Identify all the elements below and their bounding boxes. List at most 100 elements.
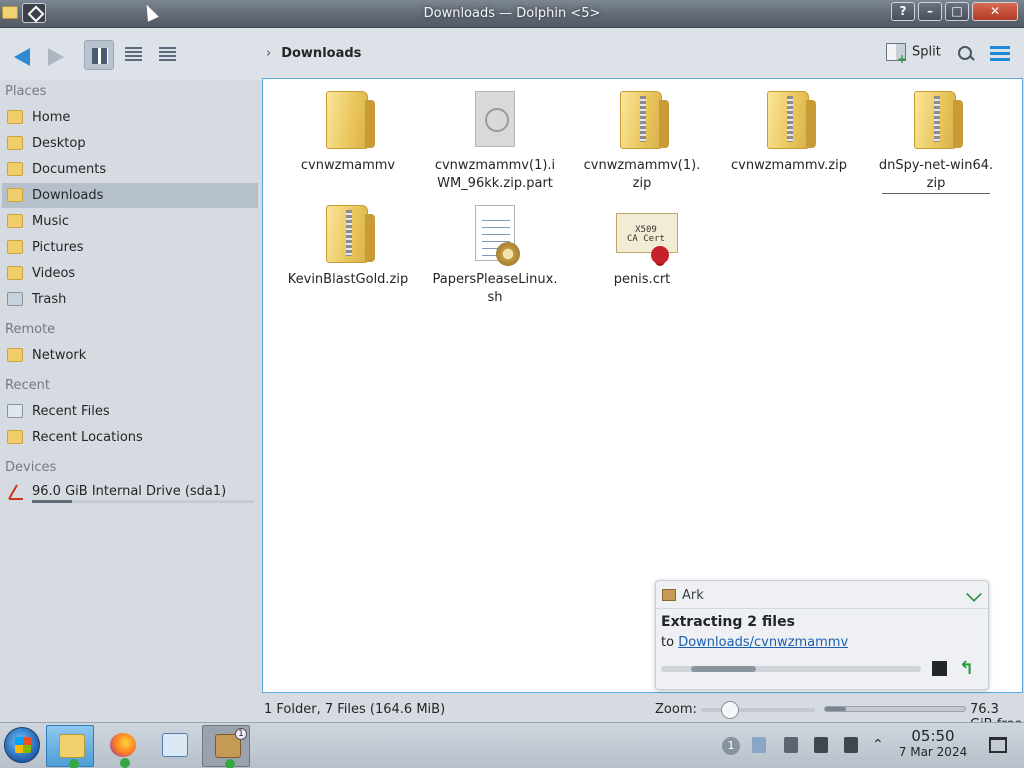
file-item[interactable]: PapersPleaseLinux. sh bbox=[432, 193, 558, 307]
sidebar-item-trash[interactable]: Trash bbox=[2, 287, 258, 312]
certificate-icon-text-2: CA Cert bbox=[627, 234, 665, 244]
sidebar-item-downloads[interactable]: Downloads bbox=[2, 183, 258, 208]
sidebar-item-music[interactable]: Music bbox=[2, 209, 258, 234]
recent-files-icon bbox=[7, 404, 23, 418]
network-icon bbox=[162, 733, 188, 757]
notifications-count-icon[interactable]: 1 bbox=[722, 737, 740, 755]
maximize-button[interactable]: □ bbox=[945, 2, 969, 21]
file-item[interactable]: cvnwzmammv(1).i WM_96kk.zip.part bbox=[432, 79, 558, 193]
search-icon[interactable] bbox=[956, 44, 976, 64]
sidebar-item-label: Videos bbox=[32, 266, 76, 281]
file-name-line-1: cvnwzmammv(1).i bbox=[434, 158, 556, 173]
back-button[interactable] bbox=[10, 40, 40, 68]
stop-job-button[interactable] bbox=[932, 661, 947, 676]
section-remote: Remote bbox=[5, 322, 56, 337]
device-icon[interactable] bbox=[784, 737, 798, 753]
help-button[interactable]: ? bbox=[891, 2, 915, 21]
compact-view-button[interactable] bbox=[118, 40, 148, 70]
task-badge: 1 bbox=[235, 728, 247, 740]
section-recent: Recent bbox=[5, 378, 50, 393]
drive-usage-bar bbox=[32, 500, 254, 503]
zoom-slider-handle[interactable] bbox=[720, 701, 739, 719]
job-progress-bar bbox=[661, 666, 921, 672]
file-item[interactable]: dnSpy-net-win64. zip bbox=[873, 79, 999, 194]
forward-button[interactable] bbox=[44, 40, 74, 68]
details-view-button[interactable] bbox=[152, 40, 182, 70]
clipboard-icon[interactable] bbox=[752, 737, 766, 753]
chevron-down-icon[interactable] bbox=[966, 586, 982, 602]
file-item[interactable]: cvnwzmammv.zip bbox=[726, 79, 852, 175]
music-folder-icon bbox=[7, 214, 23, 228]
places-panel: Places Home Desktop Documents Downloads … bbox=[0, 80, 262, 700]
file-name-line-2: zip bbox=[882, 175, 990, 194]
zip-archive-icon bbox=[763, 89, 816, 151]
ark-job-notification: Ark Extracting 2 files to Downloads/cvnw… bbox=[655, 580, 989, 690]
sidebar-item-label: Documents bbox=[32, 162, 107, 177]
open-destination-icon[interactable]: ↰ bbox=[959, 658, 977, 679]
sidebar-item-videos[interactable]: Videos bbox=[2, 261, 258, 286]
destination-link[interactable]: Downloads/cvnwzmammv bbox=[678, 635, 848, 650]
job-progress-fill bbox=[691, 666, 756, 672]
destination-prefix: to bbox=[661, 635, 675, 650]
videos-folder-icon bbox=[7, 266, 23, 280]
sidebar-item-label: 96.0 GiB Internal Drive (sda1) bbox=[32, 484, 227, 499]
minimize-button[interactable]: – bbox=[918, 2, 942, 21]
sidebar-item-recent-locations[interactable]: Recent Locations bbox=[2, 425, 258, 450]
sidebar-item-recent-files[interactable]: Recent Files bbox=[2, 399, 258, 424]
add-icon bbox=[225, 759, 235, 768]
folder-summary: 1 Folder, 7 Files (164.6 MiB) bbox=[264, 702, 446, 717]
breadcrumb[interactable]: › Downloads bbox=[266, 46, 361, 61]
dolphin-icon bbox=[59, 734, 85, 758]
clock-time: 05:50 bbox=[911, 727, 955, 745]
zip-archive-icon bbox=[322, 203, 375, 265]
chevron-right-icon: › bbox=[266, 46, 272, 61]
chevron-up-icon[interactable]: ⌃ bbox=[872, 737, 886, 755]
file-item[interactable]: KevinBlastGold.zip bbox=[285, 193, 411, 289]
task-dolphin[interactable] bbox=[46, 725, 94, 768]
downloads-folder-icon bbox=[7, 188, 23, 202]
task-network[interactable] bbox=[150, 725, 198, 767]
sidebar-item-label: Downloads bbox=[32, 188, 104, 203]
hamburger-menu-icon[interactable] bbox=[990, 46, 1010, 62]
sidebar-item-network[interactable]: Network bbox=[2, 343, 258, 368]
sidebar-item-label: Home bbox=[32, 110, 71, 125]
certificate-icon: X509 CA Cert bbox=[616, 203, 678, 265]
file-name: cvnwzmammv bbox=[300, 158, 396, 173]
add-icon bbox=[120, 758, 130, 768]
volume-muted-icon[interactable] bbox=[814, 737, 828, 753]
file-item[interactable]: cvnwzmammv bbox=[285, 79, 411, 175]
sidebar-item-label: Pictures bbox=[32, 240, 84, 255]
job-destination: to Downloads/cvnwzmammv bbox=[661, 635, 848, 650]
file-item[interactable]: X509 CA Cert penis.crt bbox=[579, 193, 705, 289]
firefox-icon bbox=[110, 733, 136, 757]
icons-view-button[interactable] bbox=[84, 40, 114, 70]
folder-icon bbox=[322, 89, 375, 151]
shell-script-icon bbox=[469, 203, 521, 266]
partial-download-icon bbox=[469, 89, 521, 151]
breadcrumb-downloads[interactable]: Downloads bbox=[281, 46, 361, 61]
clock[interactable]: 05:50 7 Mar 2024 bbox=[898, 727, 968, 759]
sidebar-item-label: Desktop bbox=[32, 136, 86, 151]
ark-app-icon bbox=[662, 589, 676, 601]
task-firefox[interactable] bbox=[98, 725, 146, 768]
file-item[interactable]: cvnwzmammv(1). zip bbox=[579, 79, 705, 193]
network-folder-icon bbox=[7, 348, 23, 362]
show-desktop-icon[interactable] bbox=[989, 737, 1007, 753]
split-button[interactable]: Split bbox=[886, 43, 941, 67]
task-ark[interactable]: 1 bbox=[202, 725, 250, 768]
add-icon bbox=[69, 759, 79, 768]
sidebar-item-pictures[interactable]: Pictures bbox=[2, 235, 258, 260]
sidebar-item-label: Recent Files bbox=[32, 404, 110, 419]
job-title: Extracting 2 files bbox=[661, 614, 795, 630]
sidebar-item-documents[interactable]: Documents bbox=[2, 157, 258, 182]
disk-space-fill bbox=[825, 707, 846, 711]
start-menu-button[interactable] bbox=[4, 727, 40, 763]
file-name-line-1: cvnwzmammv(1). bbox=[583, 158, 701, 173]
sidebar-item-home[interactable]: Home bbox=[2, 105, 258, 130]
close-button[interactable]: ✕ bbox=[972, 2, 1018, 21]
notification-app-name: Ark bbox=[682, 588, 704, 603]
clock-date: 7 Mar 2024 bbox=[898, 745, 968, 759]
input-method-icon[interactable] bbox=[844, 737, 858, 753]
sidebar-item-desktop[interactable]: Desktop bbox=[2, 131, 258, 156]
zoom-slider[interactable] bbox=[701, 701, 815, 719]
